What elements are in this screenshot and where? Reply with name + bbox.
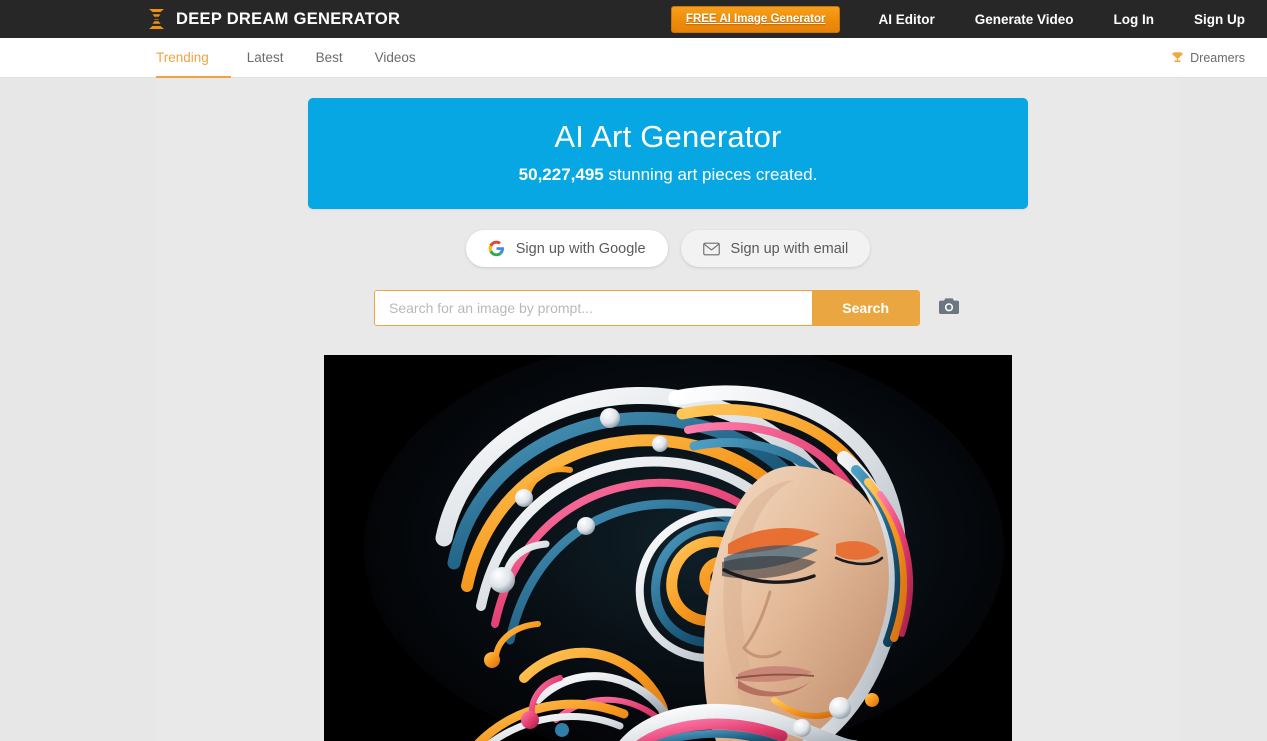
brand-logo-link[interactable]: DEEP DREAM GENERATOR xyxy=(148,8,400,30)
tab-videos[interactable]: Videos xyxy=(359,38,432,77)
brand-name: DEEP DREAM GENERATOR xyxy=(176,9,401,28)
sign-up-with-google-button[interactable]: Sign up with Google xyxy=(465,230,668,268)
dreamers-label: Dreamers xyxy=(1190,50,1245,65)
search-row: Search xyxy=(374,290,962,327)
hero-subtitle: 50,227,495 stunning art pieces created. xyxy=(318,165,1018,185)
nav-link-ai-editor[interactable]: AI Editor xyxy=(878,6,934,33)
trophy-icon xyxy=(1171,51,1184,64)
page-body: AI Art Generator 50,227,495 stunning art… xyxy=(0,78,1267,741)
top-navigation: FREE AI Image Generator AI Editor Genera… xyxy=(670,5,1267,33)
nav-link-sign-up[interactable]: Sign Up xyxy=(1194,6,1245,33)
sign-up-email-label: Sign up with email xyxy=(730,240,849,257)
sign-up-google-label: Sign up with Google xyxy=(515,240,646,257)
search-submit-button[interactable]: Search xyxy=(812,291,919,326)
camera-icon xyxy=(938,297,960,319)
signup-options: Sign up with Google Sign up with email xyxy=(465,230,871,268)
sign-up-with-email-button[interactable]: Sign up with email xyxy=(680,230,871,268)
tab-trending[interactable]: Trending xyxy=(156,38,231,78)
hero-banner: AI Art Generator 50,227,495 stunning art… xyxy=(308,98,1028,210)
content-column: AI Art Generator 50,227,495 stunning art… xyxy=(156,78,1180,741)
top-header-bar: DEEP DREAM GENERATOR FREE AI Image Gener… xyxy=(0,0,1267,38)
nav-link-log-in[interactable]: Log In xyxy=(1114,6,1155,33)
featured-artwork[interactable] xyxy=(324,355,1012,741)
free-ai-image-generator-button[interactable]: FREE AI Image Generator xyxy=(670,5,841,33)
feed-tabs: Trending Latest Best Videos xyxy=(156,38,432,78)
secondary-nav-bar: Trending Latest Best Videos Dreamers xyxy=(0,38,1267,78)
page-title: AI Art Generator xyxy=(554,119,782,154)
search-box: Search xyxy=(374,290,920,327)
search-input[interactable] xyxy=(375,291,813,326)
tab-latest[interactable]: Latest xyxy=(231,38,300,77)
google-g-icon xyxy=(488,240,505,257)
tab-best[interactable]: Best xyxy=(300,38,359,77)
camera-search-button[interactable] xyxy=(936,295,962,321)
art-pieces-count: 50,227,495 xyxy=(518,165,604,185)
envelope-icon xyxy=(702,242,720,256)
dreamers-link[interactable]: Dreamers xyxy=(1171,38,1267,77)
nav-link-generate-video[interactable]: Generate Video xyxy=(975,6,1074,33)
hero-subtitle-text: stunning art pieces created. xyxy=(603,165,818,185)
hourglass-icon xyxy=(148,8,165,30)
